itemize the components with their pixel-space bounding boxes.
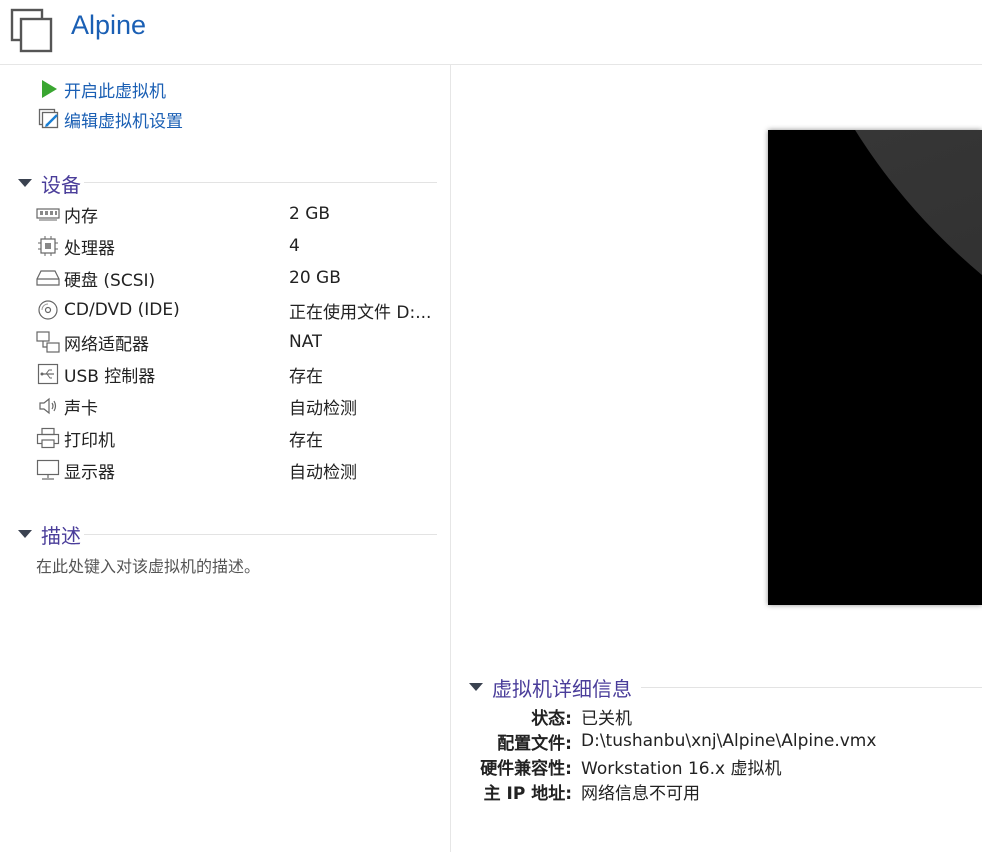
network-adapter-icon — [36, 331, 60, 353]
detail-row-ip-address: 主 IP 地址: 网络信息不可用 — [451, 779, 982, 804]
details-section-toggle[interactable]: 虚拟机详细信息 — [469, 673, 632, 701]
detail-value: Workstation 16.x 虚拟机 — [581, 758, 782, 779]
power-on-button[interactable]: 开启此虚拟机 — [38, 77, 166, 102]
detail-row-hardware-compat: 硬件兼容性: Workstation 16.x 虚拟机 — [451, 754, 982, 779]
detail-key: 主 IP 地址: — [483, 783, 572, 804]
vm-preview-pane: 虚拟机详细信息 状态: 已关机 配置文件: D:\tushanbu\xnj\Al… — [451, 65, 982, 852]
power-on-label: 开启此虚拟机 — [64, 81, 166, 102]
device-label: 显示器 — [64, 462, 115, 483]
device-label: 处理器 — [64, 238, 115, 259]
collapse-triangle-icon — [469, 683, 483, 691]
device-value: 20 GB — [289, 268, 341, 288]
vm-summary-pane: 开启此虚拟机 编辑虚拟机设置 设备 内存 2 GB 处理器 4 硬盘 (SCSI… — [0, 65, 451, 852]
edit-settings-icon — [38, 108, 60, 130]
usb-icon — [36, 363, 60, 385]
devices-section-toggle[interactable]: 设备 — [18, 169, 81, 197]
device-row-cd-dvd[interactable]: CD/DVD (IDE) 正在使用文件 D:... — [36, 297, 436, 323]
detail-value: D:\tushanbu\xnj\Alpine\Alpine.vmx — [581, 731, 877, 751]
device-value: 2 GB — [289, 204, 331, 224]
device-label: 打印机 — [64, 430, 115, 451]
screen-gloss — [768, 130, 982, 430]
hard-disk-icon — [36, 267, 60, 289]
devices-divider — [84, 182, 437, 183]
device-row-printer[interactable]: 打印机 存在 — [36, 425, 436, 451]
device-label: 声卡 — [64, 398, 98, 419]
device-label: CD/DVD (IDE) — [64, 300, 180, 320]
collapse-triangle-icon — [18, 179, 32, 187]
description-divider — [84, 534, 437, 535]
device-value: 4 — [289, 236, 300, 256]
cd-dvd-icon — [36, 299, 60, 321]
device-label: 内存 — [64, 206, 98, 227]
details-section-title: 虚拟机详细信息 — [492, 676, 632, 701]
device-row-display[interactable]: 显示器 自动检测 — [36, 457, 436, 483]
vm-screen-thumbnail[interactable] — [768, 130, 982, 605]
description-section-title: 描述 — [41, 523, 81, 548]
device-value: 自动检测 — [289, 462, 357, 483]
devices-section-title: 设备 — [41, 172, 81, 197]
device-label: USB 控制器 — [64, 366, 156, 387]
device-row-memory[interactable]: 内存 2 GB — [36, 201, 436, 227]
device-label: 硬盘 (SCSI) — [64, 270, 156, 291]
device-row-network-adapter[interactable]: 网络适配器 NAT — [36, 329, 436, 355]
details-divider — [641, 687, 982, 688]
device-row-sound-card[interactable]: 声卡 自动检测 — [36, 393, 436, 419]
device-value: NAT — [289, 332, 323, 352]
edit-settings-button[interactable]: 编辑虚拟机设置 — [38, 107, 183, 132]
device-row-processor[interactable]: 处理器 4 — [36, 233, 436, 259]
detail-value: 已关机 — [581, 708, 632, 729]
collapse-triangle-icon — [18, 530, 32, 538]
device-row-usb-controller[interactable]: USB 控制器 存在 — [36, 361, 436, 387]
detail-key: 硬件兼容性: — [480, 758, 572, 779]
detail-key: 配置文件: — [497, 733, 572, 754]
vm-header: Alpine — [0, 0, 982, 65]
device-label: 网络适配器 — [64, 334, 149, 355]
detail-value: 网络信息不可用 — [581, 783, 700, 804]
device-value: 正在使用文件 D:... — [289, 302, 432, 323]
monitor-icon — [36, 459, 60, 481]
vm-logo-icon — [10, 8, 53, 53]
detail-key: 状态: — [531, 708, 572, 729]
processor-icon — [36, 235, 60, 257]
speaker-icon — [36, 395, 60, 417]
description-section-toggle[interactable]: 描述 — [18, 520, 81, 548]
device-value: 存在 — [289, 430, 323, 451]
printer-icon — [36, 427, 60, 449]
play-icon — [38, 78, 60, 100]
detail-row-status: 状态: 已关机 — [451, 704, 982, 729]
device-value: 存在 — [289, 366, 323, 387]
device-row-hard-disk[interactable]: 硬盘 (SCSI) 20 GB — [36, 265, 436, 291]
memory-icon — [36, 203, 60, 225]
device-value: 自动检测 — [289, 398, 357, 419]
vm-title: Alpine — [71, 10, 147, 40]
description-field[interactable]: 在此处键入对该虚拟机的描述。 — [36, 553, 260, 577]
detail-row-config-file: 配置文件: D:\tushanbu\xnj\Alpine\Alpine.vmx — [451, 729, 982, 754]
edit-settings-label: 编辑虚拟机设置 — [64, 111, 183, 132]
